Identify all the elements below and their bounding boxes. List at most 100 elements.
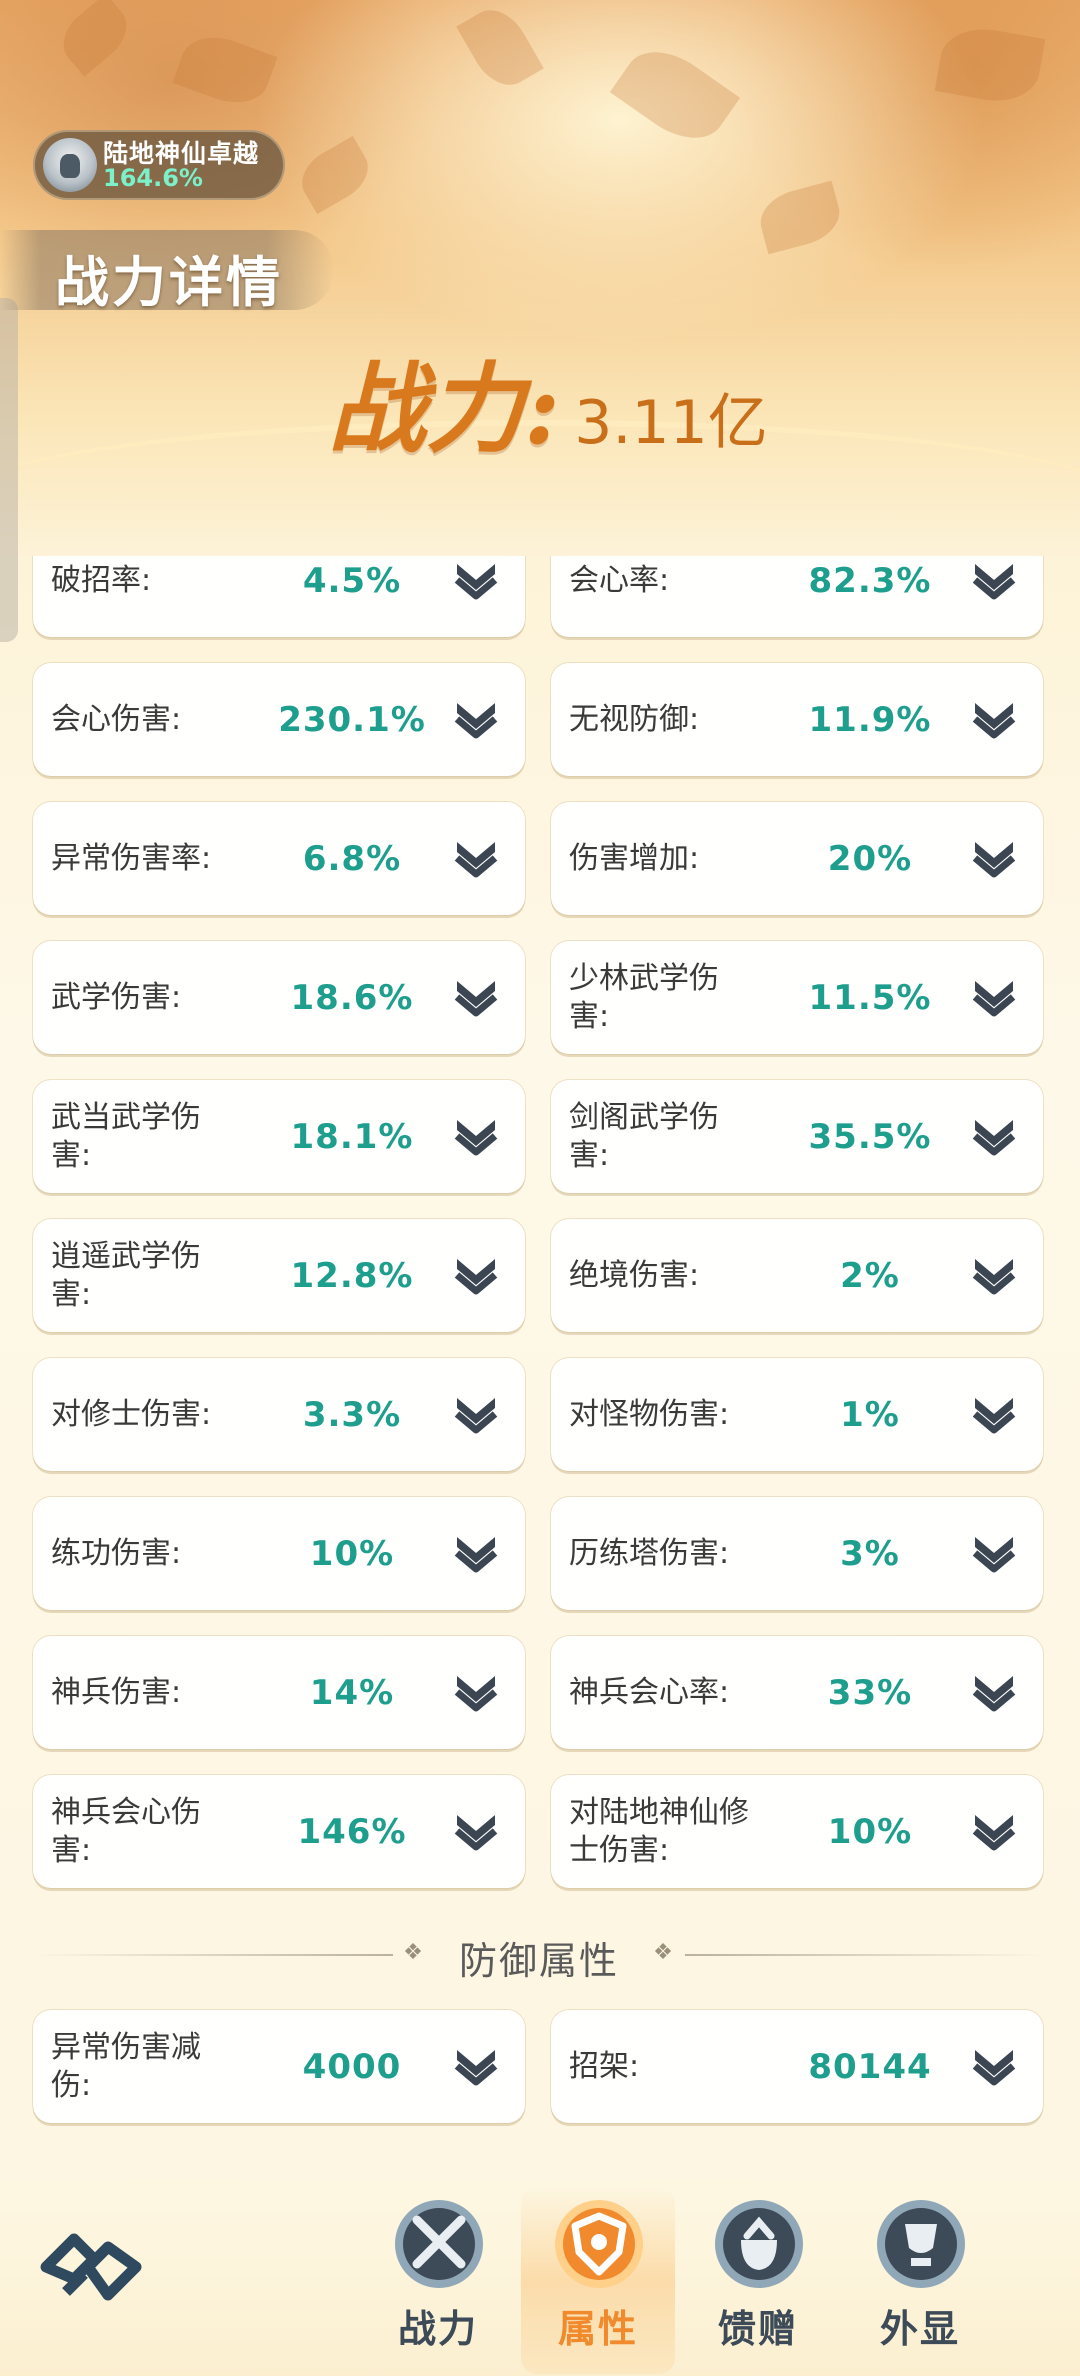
- expand-chevron-icon[interactable]: [969, 558, 1019, 602]
- power-value: 3.11亿: [574, 388, 768, 458]
- stat-value: 80144: [808, 2046, 932, 2087]
- expand-chevron-icon[interactable]: [451, 2044, 501, 2088]
- app-logo-icon[interactable]: [36, 2222, 146, 2312]
- tab-label: 外显: [879, 2307, 960, 2351]
- stat-label: 对陆地神仙修士伤害:: [569, 1794, 749, 1868]
- stat-card[interactable]: 破招率: 4.5%: [33, 556, 525, 637]
- stat-card[interactable]: 伤害增加: 20%: [551, 802, 1043, 915]
- stat-card[interactable]: 会心伤害: 230.1%: [33, 663, 525, 776]
- expand-chevron-icon[interactable]: [969, 2044, 1019, 2088]
- stat-value: 1%: [840, 1394, 900, 1435]
- stats-scroll-area[interactable]: 破招率: 4.5% 会心率: 82.3% 会心伤害: 230.1% 无视防御: 11.9% 异常…: [0, 556, 1080, 2156]
- stat-label: 对怪物伤害:: [569, 1396, 730, 1432]
- stat-label: 练功伤害:: [51, 1535, 182, 1571]
- expand-chevron-icon[interactable]: [451, 1392, 501, 1436]
- stat-card[interactable]: 练功伤害: 10%: [33, 1497, 525, 1610]
- stat-card[interactable]: 少林武学伤害: 11.5%: [551, 941, 1043, 1054]
- stat-card[interactable]: 对怪物伤害: 1%: [551, 1358, 1043, 1471]
- page-title: 战力详情: [55, 251, 283, 314]
- realm-badge[interactable]: 陆地神仙卓越 164.6%: [33, 130, 285, 200]
- stat-label: 破招率:: [51, 562, 152, 598]
- expand-chevron-icon[interactable]: [969, 1809, 1019, 1853]
- realm-percent: 164.6%: [103, 164, 203, 192]
- tab-trophy[interactable]: 外显: [855, 2196, 985, 2356]
- stat-value: 18.6%: [290, 977, 414, 1018]
- stat-card[interactable]: 会心率: 82.3%: [551, 556, 1043, 637]
- expand-chevron-icon[interactable]: [451, 1809, 501, 1853]
- stat-value: 4.5%: [302, 560, 402, 601]
- stat-value: 33%: [827, 1672, 913, 1713]
- power-label: 战力:: [328, 352, 561, 467]
- tab-label: 战力: [397, 2307, 478, 2351]
- tab-label: 属性: [557, 2307, 638, 2351]
- stat-label: 对修士伤害:: [51, 1396, 212, 1432]
- stat-value: 6.8%: [302, 838, 402, 879]
- stat-label: 逍遥武学伤害:: [51, 1238, 201, 1312]
- stat-label: 异常伤害率:: [51, 840, 212, 876]
- tab-swords[interactable]: 战力: [373, 2196, 503, 2356]
- stat-value: 20%: [827, 838, 913, 879]
- stat-card[interactable]: 武学伤害: 18.6%: [33, 941, 525, 1054]
- stat-label: 少林武学伤害:: [569, 960, 719, 1034]
- expand-chevron-icon[interactable]: [451, 1670, 501, 1714]
- stat-card[interactable]: 逍遥武学伤害: 12.8%: [33, 1219, 525, 1332]
- expand-chevron-icon[interactable]: [451, 975, 501, 1019]
- stat-label: 神兵会心伤害:: [51, 1794, 201, 1868]
- stat-value: 3.3%: [302, 1394, 402, 1435]
- expand-chevron-icon[interactable]: [969, 1670, 1019, 1714]
- tab-shield[interactable]: 属性: [521, 2188, 675, 2374]
- stat-label: 剑阁武学伤害:: [569, 1099, 719, 1173]
- stat-value: 82.3%: [808, 560, 932, 601]
- stat-card[interactable]: 神兵会心率: 33%: [551, 1636, 1043, 1749]
- stat-card[interactable]: 绝境伤害: 2%: [551, 1219, 1043, 1332]
- expand-chevron-icon[interactable]: [451, 1114, 501, 1158]
- stat-value: 2%: [840, 1255, 900, 1296]
- stat-value: 4000: [302, 2046, 402, 2087]
- stat-card[interactable]: 异常伤害减伤: 4000: [33, 2010, 525, 2123]
- expand-chevron-icon[interactable]: [451, 558, 501, 602]
- expand-chevron-icon[interactable]: [969, 1253, 1019, 1297]
- stat-value: 12.8%: [290, 1255, 414, 1296]
- diamond-ornament-icon: ❖: [653, 1940, 673, 1965]
- stat-label: 武当武学伤害:: [51, 1099, 201, 1173]
- page-title-plate: 战力详情: [0, 230, 334, 314]
- expand-chevron-icon[interactable]: [451, 697, 501, 741]
- tab-gift-bag[interactable]: 馈赠: [693, 2196, 823, 2356]
- stat-card[interactable]: 神兵会心伤害: 146%: [33, 1775, 525, 1888]
- stat-value: 14%: [309, 1672, 395, 1713]
- expand-chevron-icon[interactable]: [451, 1531, 501, 1575]
- stat-card[interactable]: 对修士伤害: 3.3%: [33, 1358, 525, 1471]
- swords-icon: [395, 2200, 483, 2288]
- expand-chevron-icon[interactable]: [451, 1253, 501, 1297]
- stat-card[interactable]: 武当武学伤害: 18.1%: [33, 1080, 525, 1193]
- tab-label: 馈赠: [717, 2307, 798, 2351]
- stat-card[interactable]: 招架: 80144: [551, 2010, 1043, 2123]
- stat-label: 异常伤害减伤:: [51, 2029, 201, 2103]
- stat-card[interactable]: 神兵伤害: 14%: [33, 1636, 525, 1749]
- stat-label: 会心率:: [569, 562, 670, 598]
- stat-card[interactable]: 历练塔伤害: 3%: [551, 1497, 1043, 1610]
- stat-card[interactable]: 剑阁武学伤害: 35.5%: [551, 1080, 1043, 1193]
- expand-chevron-icon[interactable]: [969, 836, 1019, 880]
- trophy-icon: [877, 2200, 965, 2288]
- expand-chevron-icon[interactable]: [969, 697, 1019, 741]
- stat-label: 历练塔伤害:: [569, 1535, 730, 1571]
- stat-card[interactable]: 异常伤害率: 6.8%: [33, 802, 525, 915]
- stat-value: 10%: [827, 1811, 913, 1852]
- expand-chevron-icon[interactable]: [969, 1114, 1019, 1158]
- expand-chevron-icon[interactable]: [969, 975, 1019, 1019]
- stat-value: 146%: [297, 1811, 407, 1852]
- stat-label: 绝境伤害:: [569, 1257, 700, 1293]
- stat-label: 神兵会心率:: [569, 1674, 730, 1710]
- stat-card[interactable]: 对陆地神仙修士伤害: 10%: [551, 1775, 1043, 1888]
- stat-card[interactable]: 无视防御: 11.9%: [551, 663, 1043, 776]
- stat-value: 11.5%: [808, 977, 932, 1018]
- stat-value: 18.1%: [290, 1116, 414, 1157]
- stat-value: 230.1%: [278, 699, 426, 740]
- stat-value: 11.9%: [808, 699, 932, 740]
- expand-chevron-icon[interactable]: [451, 836, 501, 880]
- expand-chevron-icon[interactable]: [969, 1392, 1019, 1436]
- stat-value: 35.5%: [808, 1116, 932, 1157]
- expand-chevron-icon[interactable]: [969, 1531, 1019, 1575]
- stat-value: 10%: [309, 1533, 395, 1574]
